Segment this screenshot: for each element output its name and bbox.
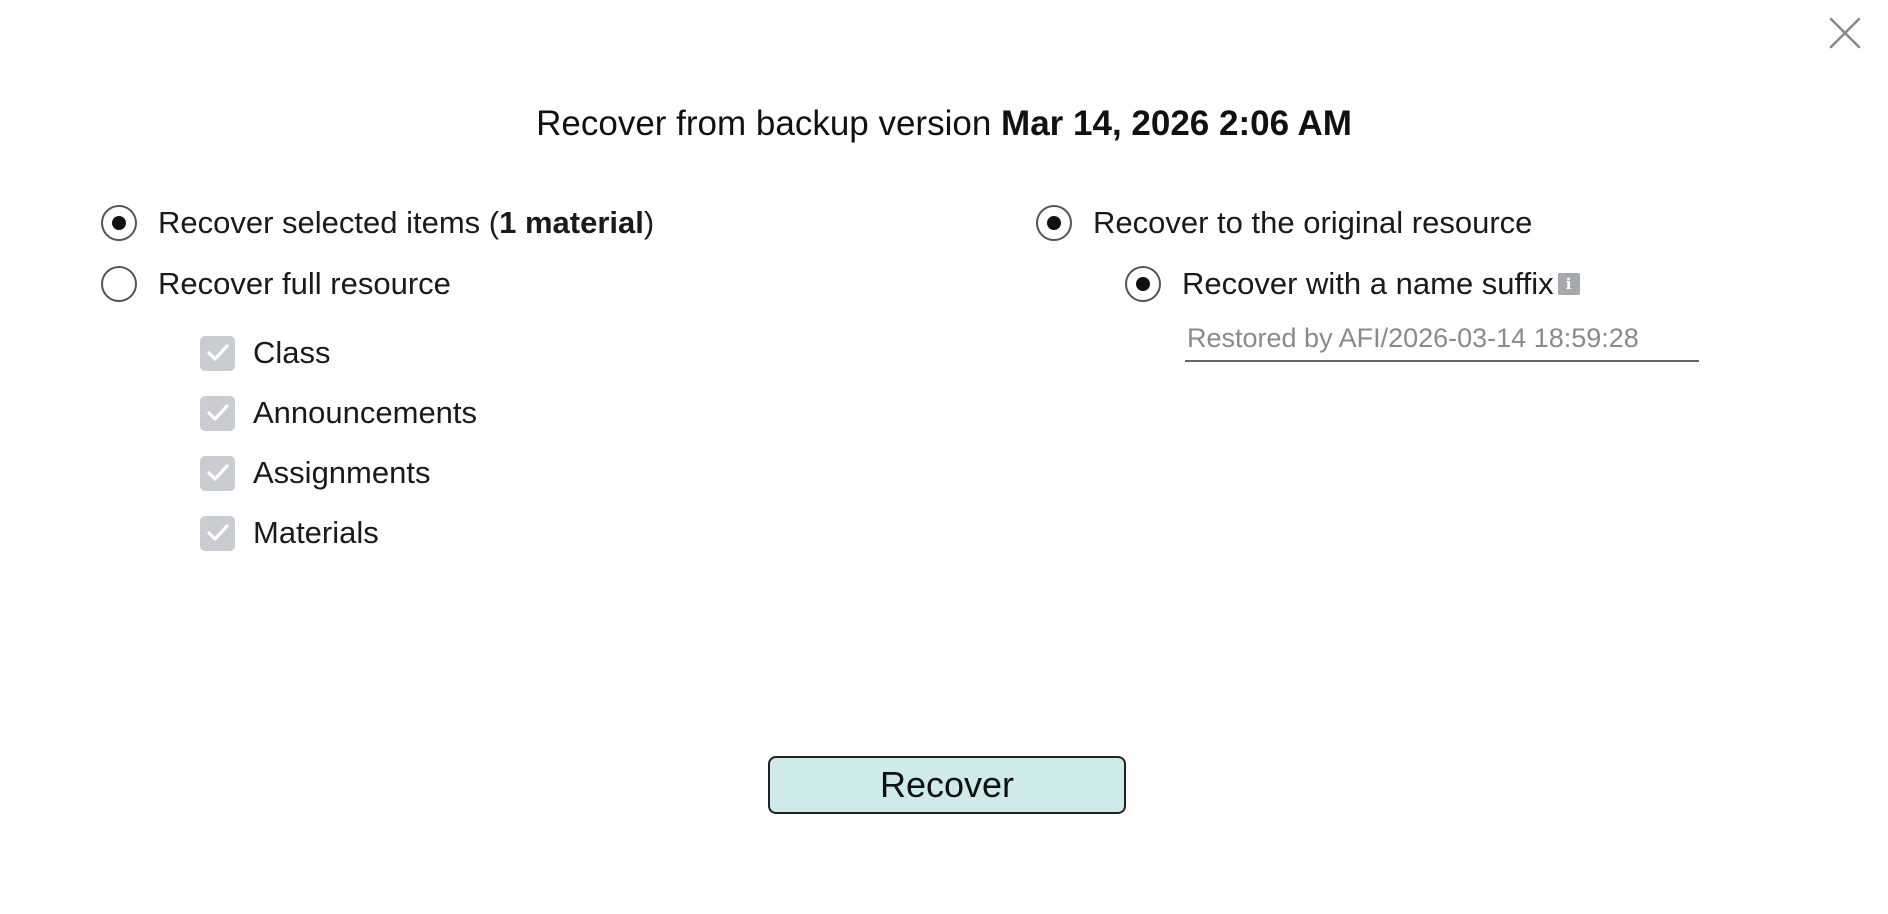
radio-recover-full-resource[interactable]: Recover full resource (101, 266, 451, 302)
checkmark-icon (206, 464, 229, 481)
name-suffix-input[interactable] (1185, 316, 1699, 362)
radio-recover-with-name-suffix[interactable]: Recover with a name suffix i (1125, 266, 1580, 302)
checkbox-checked-disabled[interactable] (200, 515, 235, 551)
checkbox-class[interactable]: Class (200, 335, 331, 371)
backup-version-date: Mar 14, 2026 2:06 AM (1001, 104, 1352, 143)
close-button[interactable] (1828, 16, 1862, 50)
dialog-title: Recover from backup version Mar 14, 2026… (0, 104, 1888, 144)
checkbox-label-assignments: Assignments (253, 455, 431, 490)
info-icon[interactable]: i (1557, 273, 1580, 295)
checkmark-icon (206, 404, 229, 421)
recover-full-resource-label: Recover full resource (158, 266, 451, 301)
recover-button[interactable]: Recover (768, 756, 1126, 814)
checkbox-materials[interactable]: Materials (200, 515, 379, 551)
radio-button-unselected[interactable] (101, 266, 137, 302)
dialog-title-prefix: Recover from backup version (536, 104, 992, 143)
checkbox-label-announcements: Announcements (253, 395, 478, 430)
radio-button-selected[interactable] (1125, 266, 1161, 302)
checkmark-icon (206, 524, 229, 541)
recover-selected-items-label: Recover selected items (1 material) (158, 205, 655, 240)
recover-to-original-label: Recover to the original resource (1093, 205, 1533, 240)
radio-button-selected[interactable] (1036, 205, 1072, 241)
close-icon (1829, 17, 1861, 49)
checkbox-label-class: Class (253, 335, 331, 370)
recover-with-name-suffix-label: Recover with a name suffix (1182, 266, 1554, 301)
checkbox-checked-disabled[interactable] (200, 335, 235, 371)
checkbox-checked-disabled[interactable] (200, 395, 235, 431)
radio-button-selected[interactable] (101, 205, 137, 241)
checkmark-icon (206, 344, 229, 361)
radio-recover-selected-items[interactable]: Recover selected items (1 material) (101, 205, 654, 241)
checkbox-label-materials: Materials (253, 515, 379, 550)
radio-recover-to-original-resource[interactable]: Recover to the original resource (1036, 205, 1532, 241)
checkbox-announcements[interactable]: Announcements (200, 395, 477, 431)
checkbox-assignments[interactable]: Assignments (200, 455, 430, 491)
checkbox-checked-disabled[interactable] (200, 455, 235, 491)
